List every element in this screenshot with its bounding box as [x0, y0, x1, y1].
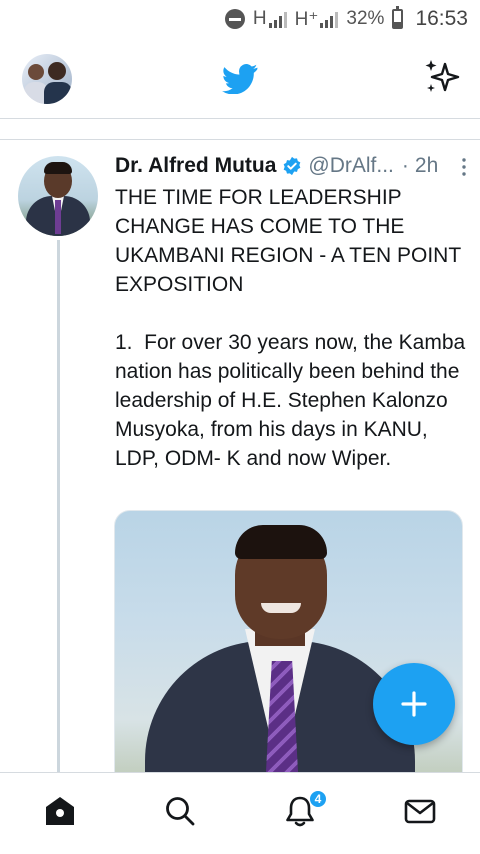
tweet-timestamp: 2h: [414, 154, 439, 177]
clock: 16:53: [415, 7, 468, 30]
more-options-icon[interactable]: [462, 158, 466, 176]
search-icon[interactable]: [162, 793, 198, 829]
battery-icon: [392, 6, 404, 29]
network-type-1: H: [253, 8, 287, 30]
verified-badge-icon: [284, 156, 301, 176]
do-not-disturb-icon: [224, 9, 245, 29]
top-bar: [0, 38, 480, 118]
tweet-header: Dr. Alfred Mutua @DrAlf... · 2h: [115, 152, 470, 180]
signal-icon: [268, 10, 287, 28]
battery-percent: 32%: [346, 8, 385, 29]
signal-icon: [320, 10, 339, 28]
plus-icon: [401, 691, 427, 717]
author-handle[interactable]: @DrAlf...: [308, 154, 394, 178]
separator-dot: ·: [401, 154, 409, 177]
profile-avatar[interactable]: [22, 54, 72, 104]
tweet-text: THE TIME FOR LEADERSHIP CHANGE HAS COME …: [115, 186, 466, 470]
author-name[interactable]: Dr. Alfred Mutua: [115, 154, 276, 178]
network-label: H⁺: [294, 8, 319, 30]
notification-badge: 4: [309, 790, 327, 808]
network-label: H: [252, 8, 267, 29]
compose-tweet-button[interactable]: [373, 663, 455, 745]
divider: [0, 118, 480, 119]
network-type-2: H⁺: [295, 8, 339, 31]
status-bar: H H⁺ 32% 16:53: [0, 0, 480, 38]
twitter-bird-icon: [222, 64, 258, 94]
bottom-navigation: 4: [0, 772, 480, 854]
home-icon[interactable]: [42, 793, 78, 829]
thread-line: [57, 240, 60, 772]
author-avatar[interactable]: [18, 156, 98, 236]
mail-icon[interactable]: [402, 793, 438, 829]
sparkle-icon[interactable]: [423, 58, 461, 96]
